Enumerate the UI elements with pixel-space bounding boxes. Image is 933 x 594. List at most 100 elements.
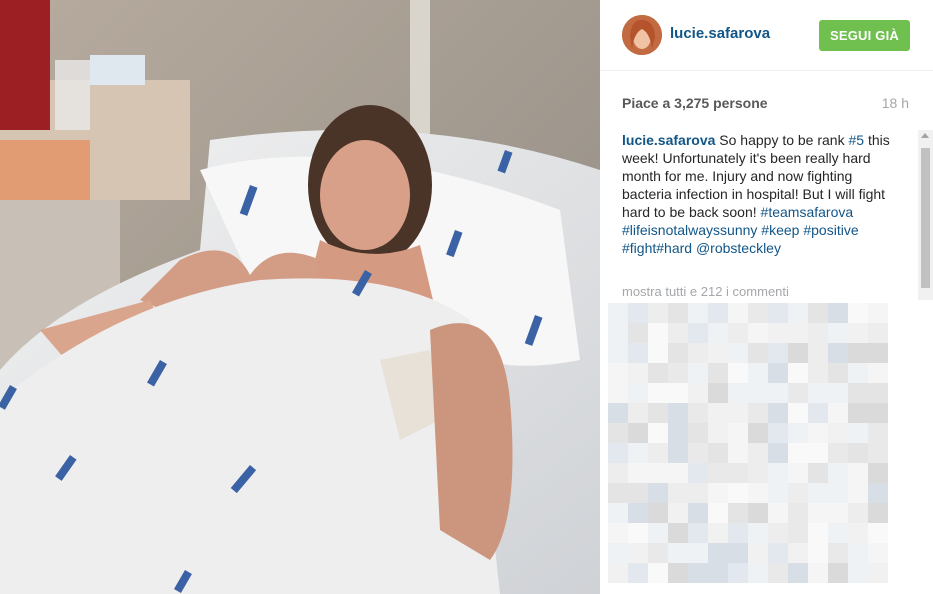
mosaic-cell (608, 563, 628, 583)
hashtag-teamsafarova[interactable]: #teamsafarova (761, 204, 854, 220)
mosaic-cell (768, 463, 788, 483)
mosaic-cell (668, 503, 688, 523)
mosaic-cell (748, 523, 768, 543)
mosaic-cell (648, 343, 668, 363)
photo-illustration (0, 0, 600, 594)
hashtag-lifeisnotalwayssunny[interactable]: #lifeisnotalwayssunny (622, 222, 757, 238)
scroll-thumb[interactable] (921, 148, 930, 288)
mosaic-cell (688, 383, 708, 403)
mosaic-cell (748, 303, 768, 323)
mosaic-cell (848, 563, 868, 583)
mosaic-cell (728, 383, 748, 403)
mosaic-cell (748, 463, 768, 483)
mosaic-cell (828, 323, 848, 343)
mosaic-cell (708, 423, 728, 443)
mosaic-cell (708, 343, 728, 363)
mosaic-cell (648, 503, 668, 523)
hashtag-fight[interactable]: #fight (622, 240, 656, 256)
mosaic-cell (768, 443, 788, 463)
likes-count[interactable]: Piace a 3,275 persone (622, 95, 768, 111)
mosaic-cell (868, 403, 888, 423)
mosaic-cell (768, 323, 788, 343)
mosaic-cell (768, 423, 788, 443)
mosaic-cell (808, 483, 828, 503)
mosaic-cell (688, 563, 708, 583)
scroll-up-arrow-icon[interactable] (921, 133, 929, 138)
hashtag-positive[interactable]: #positive (803, 222, 858, 238)
post-photo[interactable] (0, 0, 600, 594)
mosaic-cell (628, 463, 648, 483)
mosaic-cell (768, 363, 788, 383)
mosaic-cell (848, 503, 868, 523)
mosaic-cell (608, 363, 628, 383)
mosaic-cell (688, 543, 708, 563)
mosaic-cell (768, 303, 788, 323)
mosaic-cell (608, 343, 628, 363)
mosaic-cell (848, 363, 868, 383)
mosaic-cell (848, 543, 868, 563)
mosaic-cell (868, 463, 888, 483)
mosaic-cell (688, 463, 708, 483)
mosaic-cell (788, 563, 808, 583)
hashtag-rank[interactable]: #5 (848, 132, 864, 148)
mosaic-cell (708, 523, 728, 543)
mosaic-cell (848, 403, 868, 423)
post-caption: lucie.safarova So happy to be rank #5 th… (622, 131, 900, 257)
post-time[interactable]: 18 h (882, 95, 909, 111)
mosaic-cell (648, 563, 668, 583)
mosaic-cell (828, 423, 848, 443)
mosaic-cell (748, 443, 768, 463)
mosaic-cell (688, 503, 708, 523)
mosaic-cell (708, 323, 728, 343)
mosaic-cell (788, 543, 808, 563)
mosaic-cell (628, 323, 648, 343)
mosaic-cell (788, 503, 808, 523)
mosaic-cell (608, 303, 628, 323)
post-sidebar: lucie.safarova SEGUI GIÀ Piace a 3,275 p… (600, 0, 933, 594)
mosaic-cell (788, 423, 808, 443)
caption-username[interactable]: lucie.safarova (622, 132, 715, 148)
mosaic-cell (788, 463, 808, 483)
mosaic-cell (608, 523, 628, 543)
mosaic-cell (708, 383, 728, 403)
avatar[interactable] (622, 15, 662, 55)
mosaic-cell (748, 343, 768, 363)
mosaic-cell (668, 343, 688, 363)
mosaic-cell (808, 363, 828, 383)
hashtag-hard[interactable]: #hard (656, 240, 692, 256)
mosaic-cell (788, 343, 808, 363)
mosaic-cell (708, 443, 728, 463)
mention-robsteckley[interactable]: @robsteckley (696, 240, 781, 256)
mosaic-cell (828, 383, 848, 403)
mosaic-cell (868, 523, 888, 543)
mosaic-cell (648, 383, 668, 403)
mosaic-cell (768, 523, 788, 543)
mosaic-cell (648, 363, 668, 383)
caption-text-1: So happy to be rank (715, 132, 849, 148)
mosaic-cell (768, 483, 788, 503)
mosaic-cell (608, 543, 628, 563)
mosaic-cell (808, 443, 828, 463)
username-link[interactable]: lucie.safarova (670, 25, 770, 42)
mosaic-cell (628, 343, 648, 363)
mosaic-cell (688, 423, 708, 443)
mosaic-cell (648, 543, 668, 563)
mosaic-cell (608, 323, 628, 343)
mosaic-cell (848, 303, 868, 323)
mosaic-cell (868, 383, 888, 403)
mosaic-cell (828, 403, 848, 423)
mosaic-cell (608, 383, 628, 403)
mosaic-cell (728, 303, 748, 323)
show-all-comments-link[interactable]: mostra tutti e 212 i commenti (622, 284, 789, 299)
mosaic-cell (788, 523, 808, 543)
mosaic-cell (648, 303, 668, 323)
mosaic-cell (728, 363, 748, 383)
caption-scrollbar[interactable] (918, 130, 933, 300)
hashtag-keep[interactable]: #keep (761, 222, 799, 238)
mosaic-cell (668, 523, 688, 543)
following-button[interactable]: SEGUI GIÀ (819, 20, 910, 51)
mosaic-cell (748, 363, 768, 383)
mosaic-cell (668, 403, 688, 423)
mosaic-cell (768, 543, 788, 563)
mosaic-cell (628, 423, 648, 443)
